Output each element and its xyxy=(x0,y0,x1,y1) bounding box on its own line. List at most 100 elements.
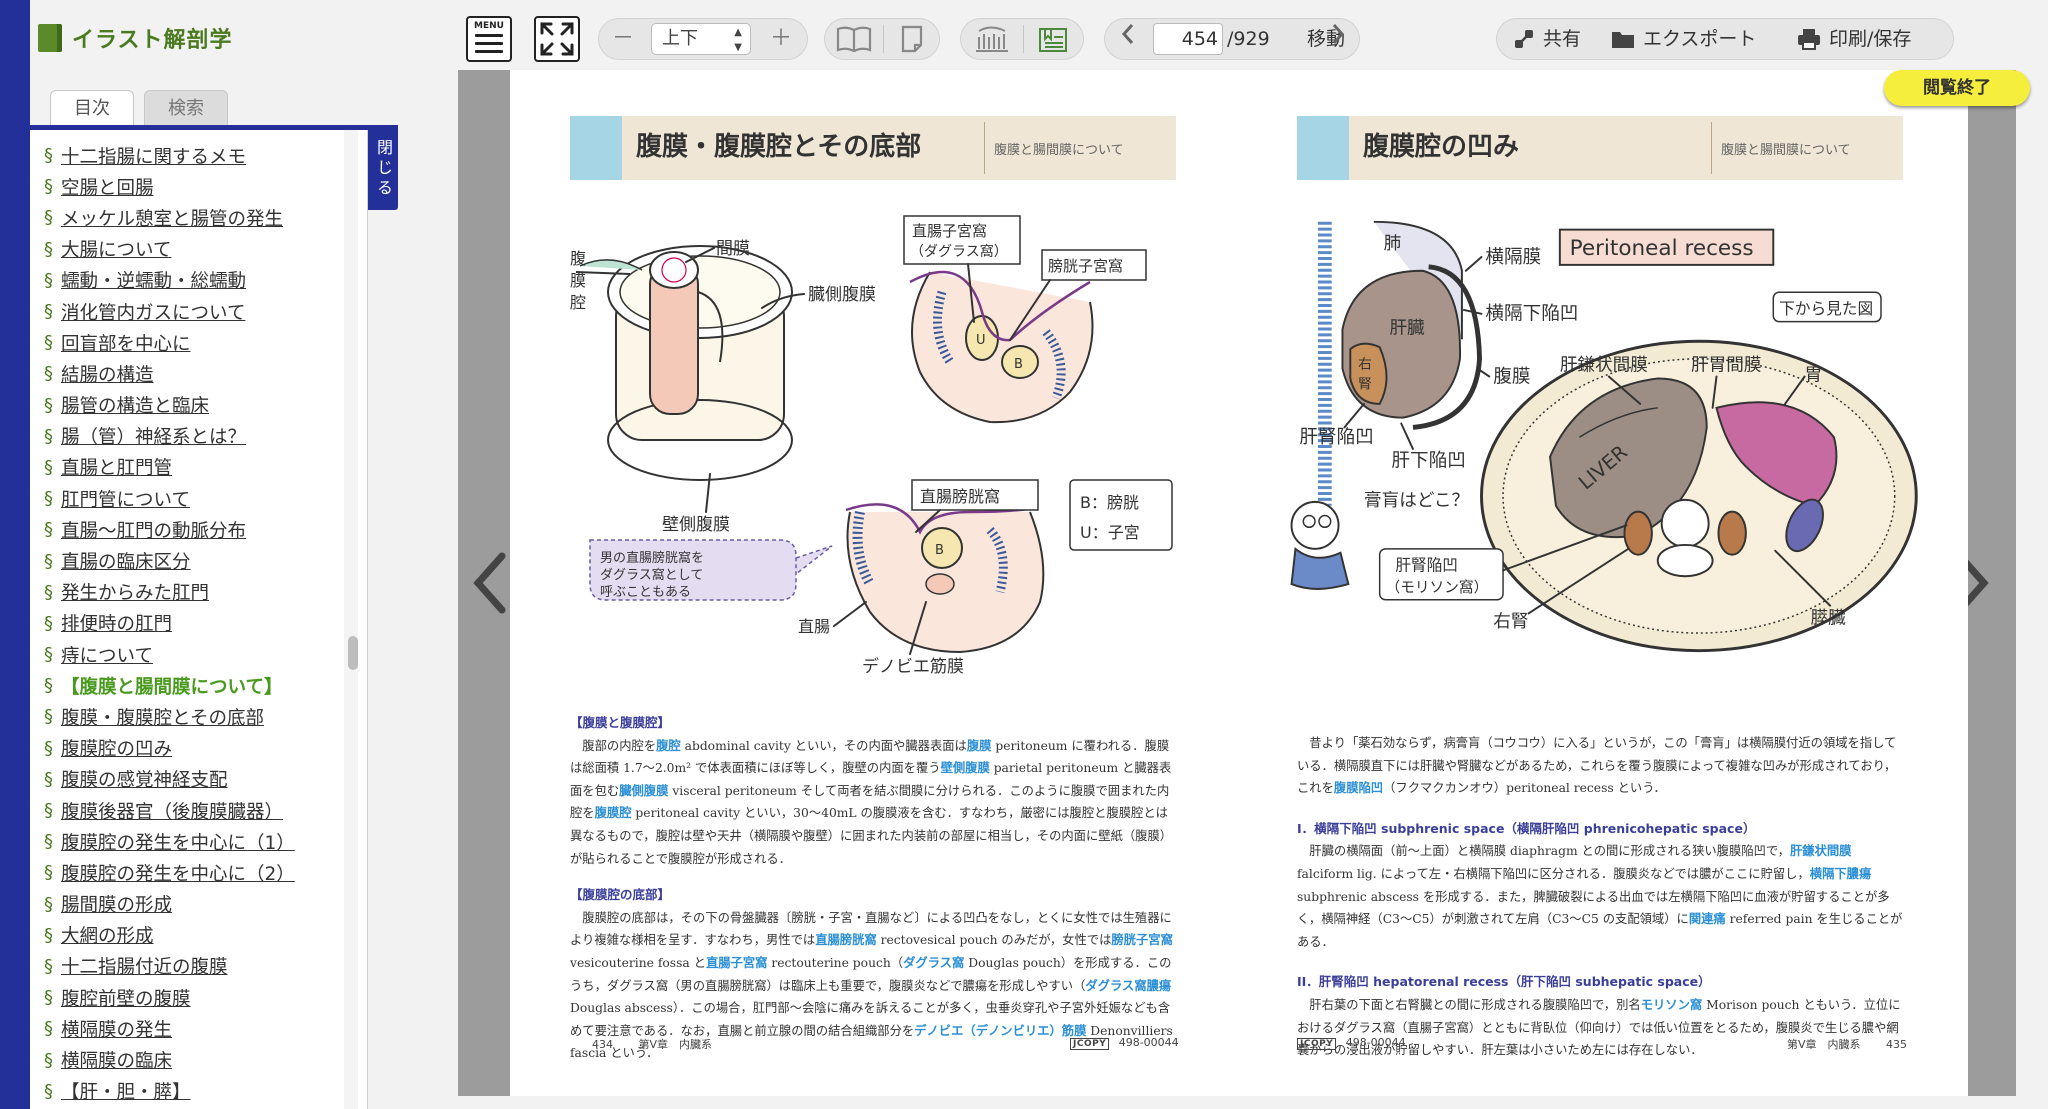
tab-search[interactable]: 検索 xyxy=(144,90,228,128)
chapter-name: 第V章 内臓系 xyxy=(638,1038,713,1051)
fullscreen-button[interactable] xyxy=(534,16,580,62)
toc-item[interactable]: § 発生からみた肛門 xyxy=(44,577,367,608)
export-button[interactable]: エクスポート xyxy=(1611,19,1756,59)
spread-view-button[interactable] xyxy=(825,19,883,59)
toc-item[interactable]: § 腹膜後器官（後腹膜臓器） xyxy=(44,795,367,826)
toc-item[interactable]: § 大網の形成 xyxy=(44,920,367,951)
section-mark-icon: § xyxy=(44,488,53,510)
book-code: 498-00044 xyxy=(1118,1036,1179,1049)
close-toc-button[interactable]: 閉じる xyxy=(368,128,398,210)
toc-item[interactable]: § 横隔膜の臨床 xyxy=(44,1044,367,1075)
section-mark-icon: § xyxy=(44,1080,53,1102)
intro-paragraph: 昔より「薬石効ならず，病膏肓（コウコウ）に入る」というが，この「膏肓」は横隔膜付… xyxy=(1297,736,1897,796)
toc-item[interactable]: § 直腸と肛門管 xyxy=(44,452,367,483)
page-number: 434 xyxy=(592,1038,613,1051)
section-mark-icon: § xyxy=(44,675,53,697)
zoom-in-button[interactable]: ＋ xyxy=(761,19,801,59)
next-page-button[interactable] xyxy=(1319,19,1357,59)
toc-item[interactable]: § 腹膜腔の発生を中心に（1） xyxy=(44,826,367,857)
section-mark-icon: § xyxy=(44,768,53,790)
toc-item[interactable]: § 痔について xyxy=(44,639,367,670)
toc-item[interactable]: § 腹膜の感覚神経支配 xyxy=(44,764,367,795)
toc-item[interactable]: § 腸管の構造と臨床 xyxy=(44,390,367,421)
toc-item[interactable]: § 蠕動・逆蠕動・総蠕動 xyxy=(44,265,367,296)
label-douglas-line2: （ダグラス窩） xyxy=(910,243,1008,260)
toc-item[interactable]: § 腸（管）神経系とは？ xyxy=(44,421,367,452)
toc-item[interactable]: § 排便時の肛門 xyxy=(44,608,367,639)
page-number-input[interactable]: 454 xyxy=(1153,23,1223,55)
previous-spread-button[interactable] xyxy=(470,548,510,618)
chevron-right-icon xyxy=(1332,24,1345,44)
toc-item-label: 肛門管について xyxy=(61,489,190,511)
left-footer-copyright: JCOPY 498-00044 xyxy=(1070,1036,1179,1050)
peritoneal-recess-illustration: 肺 肝臓 右 腎 横隔膜 横隔下陥凹 腹膜 肝腎陥凹 肝下陥凹 Peritone… xyxy=(1290,220,1918,653)
toc-item[interactable]: § 【肝・胆・膵】 xyxy=(44,1076,367,1107)
single-page-button[interactable] xyxy=(883,19,941,59)
section-body: 腹部の内腔を腹腔 abdominal cavity といい，その内面や臓器表面は… xyxy=(570,737,1173,866)
select-arrows-icon: ▲ ▼ xyxy=(734,27,742,53)
page-viewer: 腹膜・腹膜腔とその底部 腹膜と腸間膜について 間膜 腹 膜 腔 臓側腹膜 壁側腹… xyxy=(458,70,2016,1096)
toc-item[interactable]: § 腹膜腔の発生を中心に（2） xyxy=(44,857,367,888)
section-mark-icon: § xyxy=(44,737,53,759)
menu-icon-line xyxy=(475,50,503,53)
toc-item[interactable]: § 直腸～肛門の動脈分布 xyxy=(44,514,367,545)
toc-item[interactable]: § 十二指腸に関するメモ xyxy=(44,140,367,171)
toc-item[interactable]: § 消化管内ガスについて xyxy=(44,296,367,327)
share-button[interactable]: 共有 xyxy=(1513,19,1581,59)
jcopy-mark: JCOPY xyxy=(1070,1038,1110,1050)
toc-item-label: 【腹膜と腸間膜について】 xyxy=(61,676,283,698)
section-mark-icon: § xyxy=(44,955,53,977)
page-header: 腹膜・腹膜腔とその底部 腹膜と腸間膜について xyxy=(570,116,1176,180)
toc-item[interactable]: § 横隔膜の発生 xyxy=(44,1013,367,1044)
toc-item[interactable]: § 腹膜・腹膜腔とその底部 xyxy=(44,701,367,732)
toc-item[interactable]: § 【腹膜と腸間膜について】 xyxy=(44,670,367,701)
label-u: U xyxy=(976,333,986,348)
section-mark-icon: § xyxy=(44,831,53,853)
sidebar: イラスト解剖学 目次 検索 § 十二指腸に関するメモ § 空腸と回腸 § メッケル憩室と腸… xyxy=(0,0,430,1109)
svg-text:腔: 腔 xyxy=(570,293,586,312)
toc-item[interactable]: § 結腸の構造 xyxy=(44,358,367,389)
print-save-button[interactable]: 印刷/保存 xyxy=(1797,19,1911,59)
thumbnails-icon xyxy=(976,26,1008,52)
toc-item[interactable]: § 直腸の臨床区分 xyxy=(44,545,367,576)
toc-item-label: 大網の形成 xyxy=(61,926,154,948)
thumbnails-button[interactable] xyxy=(961,19,1023,59)
page-direction-select[interactable]: 上下 ▲ ▼ xyxy=(651,23,751,55)
toc-item-label: 大腸について xyxy=(61,240,172,262)
toc-item[interactable]: § 腸間膜の形成 xyxy=(44,889,367,920)
toc-item[interactable]: § 十二指腸付近の腹膜 xyxy=(44,951,367,982)
label-recess-title: Peritoneal recess xyxy=(1570,236,1754,261)
toc-item-label: 腹膜腔の発生を中心に（2） xyxy=(61,863,295,885)
header-accent xyxy=(1297,116,1349,180)
toc-item[interactable]: § 腹膜腔の凹み xyxy=(44,733,367,764)
toc-scrollbar-thumb[interactable] xyxy=(348,636,358,670)
note-bubble-line2: ダグラス窩として xyxy=(600,567,703,583)
tab-toc[interactable]: 目次 xyxy=(50,90,134,128)
jcopy-mark: JCOPY xyxy=(1297,1038,1337,1050)
left-footer-page: 434 第V章 内臓系 xyxy=(592,1036,712,1052)
folder-icon xyxy=(1612,32,1634,48)
toc-item[interactable]: § 大腸について xyxy=(44,234,367,265)
toc-item[interactable]: § 腹腔前壁の腹膜 xyxy=(44,982,367,1013)
toc-item-label: 腹膜・腹膜腔とその底部 xyxy=(61,707,264,729)
section-mark-icon: § xyxy=(44,207,53,229)
toc-item[interactable]: § 肛門管について xyxy=(44,483,367,514)
chevron-left-icon xyxy=(473,552,506,614)
previous-page-button[interactable] xyxy=(1109,19,1147,59)
toc-item[interactable]: § 回盲部を中心に xyxy=(44,327,367,358)
section-mark-icon: § xyxy=(44,269,53,291)
note-bubble-line1: 男の直腸膀胱窩を xyxy=(600,550,704,566)
bookmarks-button[interactable] xyxy=(1023,19,1085,59)
cartoon-person-drawing xyxy=(1290,500,1350,590)
end-reading-button[interactable]: 閲覧終了 xyxy=(1884,70,2030,106)
label-cavity: 腹 膜 腔 xyxy=(570,249,586,312)
leader-line xyxy=(833,601,867,627)
zoom-out-button[interactable]: － xyxy=(605,19,641,59)
toc-scrollbar-track[interactable] xyxy=(344,130,358,1109)
toc-item-label: 結腸の構造 xyxy=(61,364,154,386)
toc-item[interactable]: § 空腸と回腸 xyxy=(44,171,367,202)
toc-item[interactable]: § メッケル憩室と腸管の発生 xyxy=(44,202,367,233)
label-recto-vesical: 直腸膀胱窩 xyxy=(920,487,1000,506)
menu-button[interactable]: MENU xyxy=(466,16,512,62)
toc-item-label: 【肝・胆・膵】 xyxy=(61,1082,191,1104)
